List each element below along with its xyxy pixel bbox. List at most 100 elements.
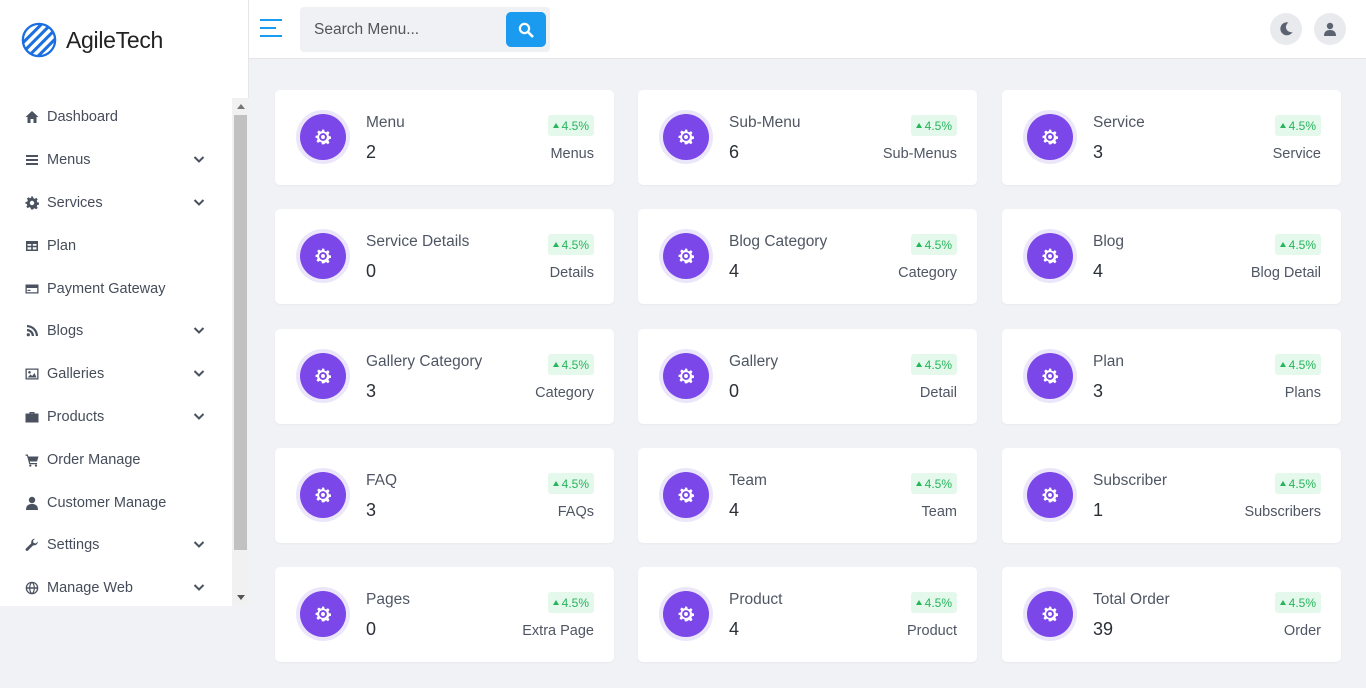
caret-up-icon [1279, 362, 1286, 367]
card-title: Total Order [1093, 591, 1170, 608]
caret-up-icon [552, 362, 559, 367]
trend-badge-label: 4.5% [924, 357, 952, 372]
sidebar-item-galleries[interactable]: Galleries [0, 353, 232, 396]
stat-card-blog[interactable]: Blog 4 4.5% Blog Detail [1002, 209, 1341, 304]
search-button[interactable] [506, 12, 546, 47]
sidebar-item-customer-manage[interactable]: Customer Manage [0, 481, 232, 524]
stat-card-gallery-category[interactable]: Gallery Category 3 4.5% Category [275, 329, 614, 424]
trend-badge-label: 4.5% [924, 595, 952, 610]
trend-badge: 4.5% [547, 354, 594, 375]
briefcase-icon [24, 409, 40, 425]
scroll-up-arrow-icon[interactable] [232, 98, 249, 115]
trend-badge-label: 4.5% [561, 476, 589, 491]
card-value: 3 [366, 500, 377, 520]
sidebar-item-label: Plan [47, 237, 77, 254]
card-icon [296, 349, 350, 403]
card-value: 0 [366, 619, 377, 639]
gear-icon [678, 129, 694, 145]
card-value: 3 [1093, 381, 1104, 401]
gear-icon [315, 129, 331, 145]
trend-badge: 4.5% [1274, 115, 1321, 136]
stat-card-faq[interactable]: FAQ 3 4.5% FAQs [275, 448, 614, 543]
trend-badge-label: 4.5% [924, 476, 952, 491]
trend-badge: 4.5% [547, 115, 594, 136]
card-icon [659, 110, 713, 164]
card-title: Service [1093, 114, 1145, 131]
stat-card-subscriber[interactable]: Subscriber 1 4.5% Subscribers [1002, 448, 1341, 543]
scroll-thumb[interactable] [234, 115, 247, 550]
sidebar-scrollbar[interactable] [232, 98, 249, 606]
chevron-down-icon[interactable] [193, 367, 205, 379]
profile-button[interactable] [1314, 13, 1346, 45]
card-icon [296, 229, 350, 283]
card-subtitle: Category [535, 385, 594, 401]
chevron-down-icon[interactable] [193, 153, 205, 165]
sidebar-item-menus[interactable]: Menus [0, 139, 232, 182]
card-value: 3 [366, 381, 377, 401]
moon-icon [1280, 22, 1293, 36]
stat-card-service[interactable]: Service 3 4.5% Service [1002, 90, 1341, 185]
gear-icon [1042, 368, 1058, 384]
card-value: 2 [366, 142, 377, 162]
stat-card-pages[interactable]: Pages 0 4.5% Extra Page [275, 567, 614, 662]
stat-card-blog-category[interactable]: Blog Category 4 4.5% Category [638, 209, 977, 304]
brand[interactable]: AgileTech [20, 20, 163, 60]
cog-icon [24, 195, 40, 211]
caret-up-icon [552, 600, 559, 605]
card-icon [659, 468, 713, 522]
sidebar-item-label: Manage Web [47, 580, 133, 597]
stat-card-plan[interactable]: Plan 3 4.5% Plans [1002, 329, 1341, 424]
chevron-down-icon[interactable] [193, 581, 205, 593]
card-value: 4 [729, 619, 740, 639]
card-title: Sub-Menu [729, 114, 801, 131]
search-input[interactable] [300, 7, 506, 52]
stat-card-product[interactable]: Product 4 4.5% Product [638, 567, 977, 662]
card-title: Team [729, 472, 767, 489]
card-icon [296, 587, 350, 641]
card-subtitle: Service [1272, 146, 1321, 162]
trend-badge-label: 4.5% [1288, 357, 1316, 372]
home-icon [24, 109, 40, 125]
hamburger-icon[interactable] [259, 17, 283, 39]
chevron-down-icon[interactable] [193, 538, 205, 550]
trend-badge-label: 4.5% [561, 357, 589, 372]
sidebar-item-manage-web[interactable]: Manage Web [0, 567, 232, 610]
sidebar: AgileTech Dashboard Menus Services Plan Paym… [0, 0, 249, 606]
card-title: Plan [1093, 353, 1125, 370]
card-title: FAQ [366, 472, 398, 489]
card-title: Blog Category [729, 233, 828, 250]
stat-card-total-order[interactable]: Total Order 39 4.5% Order [1002, 567, 1341, 662]
stat-card-team[interactable]: Team 4 4.5% Team [638, 448, 977, 543]
search-icon [518, 22, 534, 37]
chevron-down-icon[interactable] [193, 410, 205, 422]
stat-card-menu[interactable]: Menu 2 4.5% Menus [275, 90, 614, 185]
stat-card-gallery[interactable]: Gallery 0 4.5% Detail [638, 329, 977, 424]
sidebar-item-plan[interactable]: Plan [0, 224, 232, 267]
scroll-down-arrow-icon[interactable] [232, 589, 249, 606]
gear-icon [1042, 606, 1058, 622]
card-subtitle: Extra Page [522, 623, 594, 639]
sidebar-item-products[interactable]: Products [0, 396, 232, 439]
stat-card-service-details[interactable]: Service Details 0 4.5% Details [275, 209, 614, 304]
theme-toggle-button[interactable] [1270, 13, 1302, 45]
card-value: 4 [729, 500, 740, 520]
chevron-down-icon[interactable] [193, 196, 205, 208]
chevron-down-icon[interactable] [193, 324, 205, 336]
sidebar-item-order-manage[interactable]: Order Manage [0, 438, 232, 481]
trend-badge-label: 4.5% [1288, 595, 1316, 610]
card-subtitle: FAQs [557, 504, 594, 520]
sidebar-item-label: Blogs [47, 323, 84, 340]
trend-badge-label: 4.5% [924, 118, 952, 133]
trend-badge: 4.5% [910, 115, 957, 136]
gear-icon [1042, 129, 1058, 145]
sidebar-item-dashboard[interactable]: Dashboard [0, 96, 232, 139]
card-subtitle: Details [549, 265, 594, 281]
blog-icon [24, 323, 40, 339]
stat-card-sub-menu[interactable]: Sub-Menu 6 4.5% Sub-Menus [638, 90, 977, 185]
gear-icon [315, 487, 331, 503]
sidebar-item-payment-gateway[interactable]: Payment Gateway [0, 267, 232, 310]
sidebar-item-settings[interactable]: Settings [0, 524, 232, 567]
sidebar-item-blogs[interactable]: Blogs [0, 310, 232, 353]
sidebar-item-services[interactable]: Services [0, 182, 232, 225]
user-icon [24, 495, 40, 511]
